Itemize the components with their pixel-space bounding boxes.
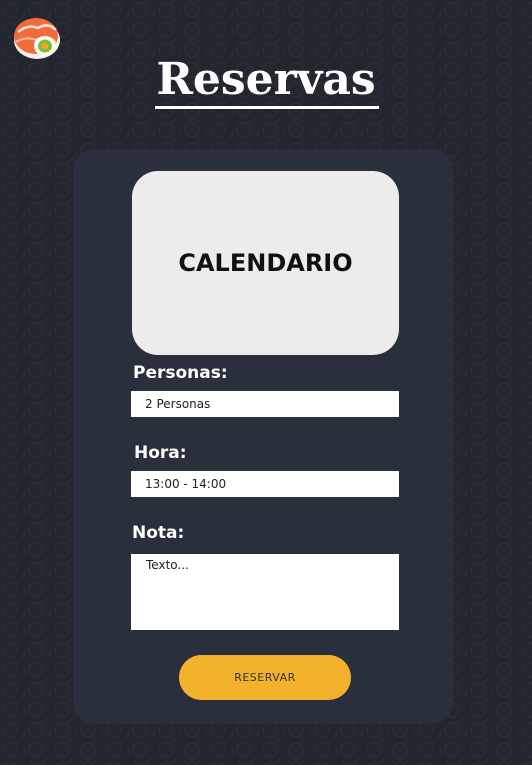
time-label: Hora: (134, 443, 187, 463)
calendar-widget[interactable]: CALENDARIO (132, 171, 399, 355)
title-underline (155, 106, 379, 109)
calendar-label: CALENDARIO (178, 249, 353, 277)
time-select[interactable] (131, 471, 399, 497)
persons-select[interactable] (131, 391, 399, 417)
page-title: Reservas (156, 54, 376, 105)
note-label: Nota: (132, 523, 185, 543)
persons-label: Personas: (133, 363, 228, 383)
note-textarea[interactable] (131, 554, 399, 630)
reserve-button[interactable]: RESERVAR (179, 655, 351, 700)
